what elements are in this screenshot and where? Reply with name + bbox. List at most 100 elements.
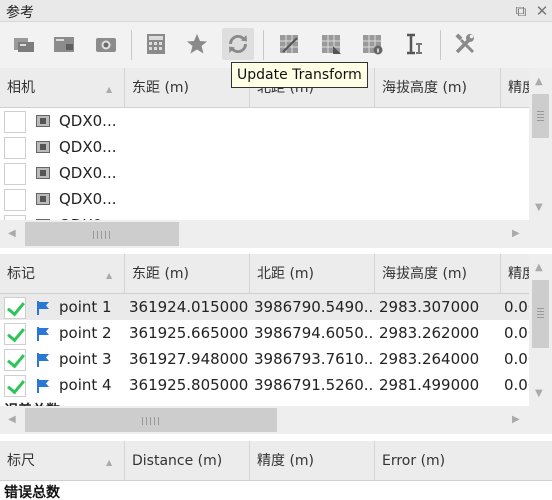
camera-icon [36,115,50,127]
scrollbar-thumb[interactable] [532,280,549,348]
text-cursor-icon[interactable] [398,28,430,60]
close-icon[interactable]: ✕ [533,2,551,20]
markers-table-body: point 1 361924.015000 3986790.5490... 29… [0,294,529,406]
camera-label: QDX0... [59,112,117,130]
marker-easting: 361925.665000 [129,324,249,342]
marker-altitude: 2983.264000 [379,350,480,368]
marker-total-label: 误差总数 [4,398,60,406]
scalebars-total-row: 错误总数 [0,482,552,500]
markers-vertical-scrollbar[interactable]: ▲ ▼ [529,254,552,406]
tools-icon[interactable] [449,28,481,60]
column-header-easting[interactable]: 东距 (m) [125,254,250,293]
scrollbar-thumb[interactable] [532,94,549,138]
scroll-right-icon[interactable]: ▶ [512,228,520,239]
scroll-up-icon[interactable]: ▲ [535,76,543,87]
column-header-altitude[interactable]: 海拔高度 (m) [375,68,501,107]
marker-total-row: 误差总数 [0,398,529,406]
cameras-table-body: QDX0... QDX0... QDX0... QDX0... QDX0... [0,108,529,220]
marker-altitude: 2981.499000 [379,376,480,394]
toolbar-separator [440,30,441,60]
scroll-left-icon[interactable]: ◀ [8,414,16,425]
sort-icon: ▲ [106,85,113,94]
marker-row[interactable]: point 3 361927.948000 3986793.7610... 29… [0,346,529,372]
calculator-icon[interactable] [140,28,172,60]
scroll-down-icon[interactable]: ▼ [535,388,543,399]
marker-easting: 361925.805000 [129,376,249,394]
marker-northing: 3986793.7610... [254,350,374,368]
camera-row[interactable]: QDX0... [0,108,529,134]
marker-enable-checkbox[interactable] [4,349,26,371]
camera-label: QDX0... [59,164,117,182]
camera-row[interactable]: QDX0... [0,160,529,186]
marker-northing: 3986790.5490... [254,298,374,316]
camera-icon [36,193,50,205]
marker-altitude: 2983.262000 [379,324,480,342]
scroll-up-icon[interactable]: ▲ [535,262,543,273]
scroll-down-icon[interactable]: ▼ [535,202,543,213]
markers-horizontal-scrollbar[interactable]: ◀ ▶ [0,406,529,434]
marker-row[interactable]: point 2 361925.665000 3986794.6050... 29… [0,320,529,346]
marker-row[interactable]: point 4 361925.805000 3986791.5260... 29… [0,372,529,398]
column-header-northing[interactable]: 北距 (m) [250,254,375,293]
camera-enable-checkbox[interactable] [4,111,26,133]
update-transform-tooltip: Update Transform [231,62,368,88]
camera-row[interactable]: QDX0... [0,134,529,160]
restore-icon[interactable]: ⧉ [512,2,530,20]
marker-easting: 361924.015000 [129,298,249,316]
camera-row[interactable]: QDX0... [0,212,529,220]
flag-icon [37,301,49,315]
markers-table-header: 标记 ▲ 东距 (m) 北距 (m) 海拔高度 (m) 精度 [0,254,552,294]
flag-icon [37,327,49,341]
marker-accuracy: 0.00 [504,376,529,394]
grid-info-icon[interactable] [356,28,388,60]
scalebars-table-header: 标尺 ▲ Distance (m) 精度 (m) Error (m) [0,441,552,481]
import-photos-icon[interactable] [48,28,80,60]
grid-arrow-icon[interactable] [315,28,347,60]
panel-title: 参考 [6,5,34,21]
marker-easting: 361927.948000 [129,350,249,368]
scroll-right-icon[interactable]: ▶ [512,414,520,425]
column-header-error[interactable]: Error (m) [375,441,552,480]
marker-enable-checkbox[interactable] [4,297,26,319]
camera-icon [36,167,50,179]
toolbar-separator [263,30,264,60]
panel-titlebar: 参考 ⧉ ✕ [0,0,552,22]
flag-icon [37,379,49,393]
camera-enable-checkbox[interactable] [4,163,26,185]
marker-accuracy: 0.00 [504,324,529,342]
cameras-horizontal-scrollbar[interactable]: ◀ ▶ [0,220,529,248]
grid-icon[interactable] [273,28,305,60]
star-icon[interactable] [181,28,213,60]
toolbar-separator [131,30,132,60]
camera-row[interactable]: QDX0... [0,186,529,212]
scroll-left-icon[interactable]: ◀ [8,228,16,239]
marker-label: point 3 [59,350,112,368]
total-error-label: 错误总数 [4,485,60,500]
update-transform-icon[interactable] [222,28,254,60]
marker-enable-checkbox[interactable] [4,323,26,345]
sort-icon: ▲ [106,458,113,467]
marker-label: point 1 [59,298,112,316]
camera-enable-checkbox[interactable] [4,137,26,159]
import-images-icon[interactable] [8,28,40,60]
scrollbar-thumb[interactable] [25,408,277,432]
column-header-altitude[interactable]: 海拔高度 (m) [375,254,501,293]
flag-icon [37,353,49,367]
sort-icon: ▲ [106,271,113,280]
camera-icon [36,141,50,153]
marker-label: point 4 [59,376,112,394]
marker-enable-checkbox[interactable] [4,375,26,397]
marker-altitude: 2983.307000 [379,298,480,316]
scrollbar-thumb[interactable] [25,222,179,246]
scrollbar-corner [529,220,552,248]
column-header-distance[interactable]: Distance (m) [125,441,250,480]
marker-row[interactable]: point 1 361924.015000 3986790.5490... 29… [0,294,529,320]
marker-northing: 3986794.6050... [254,324,374,342]
camera-enable-checkbox[interactable] [4,189,26,211]
camera-settings-icon[interactable] [90,28,122,60]
camera-label: QDX0... [59,190,117,208]
cameras-vertical-scrollbar[interactable]: ▲ ▼ [529,68,552,220]
camera-label: QDX0... [59,138,117,156]
marker-accuracy: 0.00 [504,350,529,368]
column-header-accuracy[interactable]: 精度 (m) [250,441,375,480]
